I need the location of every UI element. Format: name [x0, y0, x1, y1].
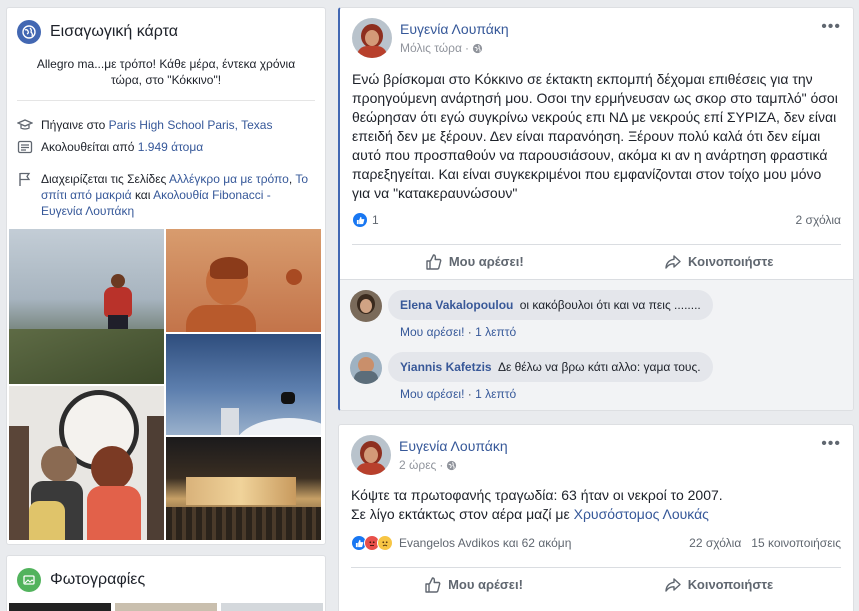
comment-meta: Μου αρέσει! · 1 λεπτό — [400, 387, 517, 401]
share-label: Κοινοποιήστε — [688, 254, 774, 269]
avatar[interactable] — [352, 18, 392, 58]
post-text: Κόψτε τα πρωτοφανής τραγωδία: 63 ήταν οι… — [351, 486, 841, 524]
school-link[interactable]: Paris High School Paris, Texas — [109, 118, 273, 132]
flag-icon — [19, 172, 31, 186]
post-text: Ενώ βρίσκομαι στο Κόκκινο σε έκτακτη εκπ… — [352, 71, 838, 201]
avatar[interactable] — [350, 290, 382, 322]
photo-dome-cat[interactable] — [166, 334, 321, 435]
reactors-text[interactable]: Evangelos Avdikos και 62 ακόμη — [399, 536, 571, 550]
share-label: Κοινοποιήστε — [687, 577, 774, 592]
graduation-cap-icon — [17, 119, 33, 130]
comment-bubble: Elena Vakalopoulou οι κακόβουλοι ότι και… — [388, 290, 713, 320]
followers-prefix: Ακολουθείται από — [41, 140, 135, 154]
comment-bubble: Yiannis Kafetzis Δε θέλω να βρω κάτι αλλ… — [388, 352, 713, 382]
shares-count[interactable]: 15 κοινοποιήσεις — [751, 536, 841, 550]
like-label: Μου αρέσει! — [448, 577, 523, 592]
photos-icon — [17, 568, 41, 592]
like-button[interactable]: Μου αρέσει! — [352, 253, 597, 271]
intro-title: Εισαγωγική κάρτα — [50, 23, 179, 40]
photo-night-crowd[interactable] — [166, 437, 321, 540]
post-actions: Μου αρέσει! Κοινοποιήστε — [352, 244, 841, 278]
followers-row: Ακολουθείται από 1.949 άτομα — [7, 139, 325, 155]
comment-meta: Μου αρέσει! · 1 λεπτό — [400, 325, 517, 339]
like-reaction-icon[interactable] — [352, 212, 368, 228]
avatar[interactable] — [351, 435, 391, 475]
like-label: Μου αρέσει! — [448, 254, 524, 269]
post-time: 2 ώρες · — [399, 458, 508, 472]
intro-card: Εισαγωγική κάρτα Allegro ma...με τρόπο! … — [6, 7, 326, 545]
comments-count[interactable]: 22 σχόλια — [689, 536, 741, 550]
intro-header: Εισαγωγική κάρτα — [7, 8, 325, 44]
share-button[interactable]: Κοινοποιήστε — [596, 576, 841, 594]
comment: Yiannis Kafetzis Δε θέλω να βρω κάτι αλλ… — [350, 352, 713, 401]
share-button[interactable]: Κοινοποιήστε — [597, 253, 842, 271]
post-timestamp[interactable]: Μόλις τώρα — [400, 41, 462, 55]
post: Ευγενία Λουπάκη 2 ώρες · ••• Κόψτε τα πρ… — [338, 424, 854, 611]
followers-icon — [17, 140, 33, 154]
managed-pages-row: Διαχειρίζεται τις Σελίδες Αλλέγκρο μα με… — [7, 171, 325, 219]
more-options-icon[interactable]: ••• — [821, 18, 841, 36]
post-stats: 1 2 σχόλια — [352, 212, 841, 228]
comment: Elena Vakalopoulou οι κακόβουλοι ότι και… — [350, 290, 713, 339]
comment-like-link[interactable]: Μου αρέσει! — [400, 387, 464, 401]
post-stats: Evangelos Avdikos και 62 ακόμη 22 σχόλια… — [351, 535, 841, 551]
photo-cliff[interactable] — [9, 229, 164, 384]
avatar[interactable] — [350, 352, 382, 384]
share-arrow-icon — [665, 254, 681, 269]
comment-time[interactable]: 1 λεπτό — [475, 325, 516, 339]
post-header: Ευγενία Λουπάκη Μόλις τώρα · — [352, 18, 509, 58]
thumbs-up-icon — [425, 576, 441, 593]
post-actions: Μου αρέσει! Κοινοποιήστε — [351, 567, 841, 601]
more-options-icon[interactable]: ••• — [821, 435, 841, 453]
post-line-1: Κόψτε τα πρωτοφανής τραγωδία: 63 ήταν οι… — [351, 487, 723, 503]
like-button[interactable]: Μου αρέσει! — [351, 576, 596, 594]
post-timestamp[interactable]: 2 ώρες — [399, 458, 436, 472]
photo-thumb[interactable] — [9, 603, 111, 611]
photos-header: Φωτογραφίες — [7, 556, 325, 592]
photo-radio-studio[interactable] — [9, 386, 164, 540]
page-link-allegro[interactable]: Αλλέγκρο μα με τρόπο — [169, 172, 289, 186]
tagged-person-link[interactable]: Χρυσόστομος Λουκάς — [574, 506, 709, 522]
privacy-globe-icon[interactable] — [446, 460, 457, 471]
privacy-globe-icon[interactable] — [472, 43, 483, 54]
post-author[interactable]: Ευγενία Λουπάκη — [400, 21, 509, 37]
pages-prefix: Διαχειρίζεται τις Σελίδες — [41, 172, 167, 186]
comment-author[interactable]: Elena Vakalopoulou — [400, 298, 513, 312]
post-author[interactable]: Ευγενία Λουπάκη — [399, 438, 508, 454]
photos-card: Φωτογραφίες — [6, 555, 326, 611]
post-line-2: Σε λίγο εκτάκτως στον αέρα μαζί με Χρυσό… — [351, 506, 709, 522]
post-header: Ευγενία Λουπάκη 2 ώρες · — [351, 435, 508, 475]
comment-like-link[interactable]: Μου αρέσει! — [400, 325, 464, 339]
followers-link[interactable]: 1.949 άτομα — [138, 140, 203, 154]
post: Ευγενία Λουπάκη Μόλις τώρα · ••• Ενώ βρί… — [338, 7, 854, 411]
thumbs-up-icon — [426, 253, 442, 270]
divider — [17, 100, 315, 101]
comments-count[interactable]: 2 σχόλια — [796, 213, 841, 227]
photos-title: Φωτογραφίες — [50, 571, 146, 588]
comment-text: Δε θέλω να βρω κάτι αλλο: γαμα τους. — [497, 360, 701, 374]
photo-thumb[interactable] — [221, 603, 323, 611]
photo-beach[interactable] — [166, 229, 321, 332]
like-count[interactable]: 1 — [372, 213, 379, 227]
globe-icon — [17, 20, 41, 44]
comment-text: οι κακόβουλοι ότι και να πεις ........ — [519, 298, 701, 312]
comment-author[interactable]: Yiannis Kafetzis — [400, 360, 492, 374]
education-prefix: Πήγαινε στο — [41, 118, 106, 132]
post-time: Μόλις τώρα · — [400, 41, 509, 55]
photo-thumb[interactable] — [115, 603, 217, 611]
comment-time[interactable]: 1 λεπτό — [475, 387, 516, 401]
intro-bio: Allegro ma...με τρόπο! Κάθε μέρα, έντεκα… — [36, 57, 296, 87]
education-row: Πήγαινε στο Paris High School Paris, Tex… — [7, 117, 325, 133]
share-arrow-icon — [665, 577, 681, 592]
sad-reaction-icon[interactable] — [377, 535, 393, 551]
